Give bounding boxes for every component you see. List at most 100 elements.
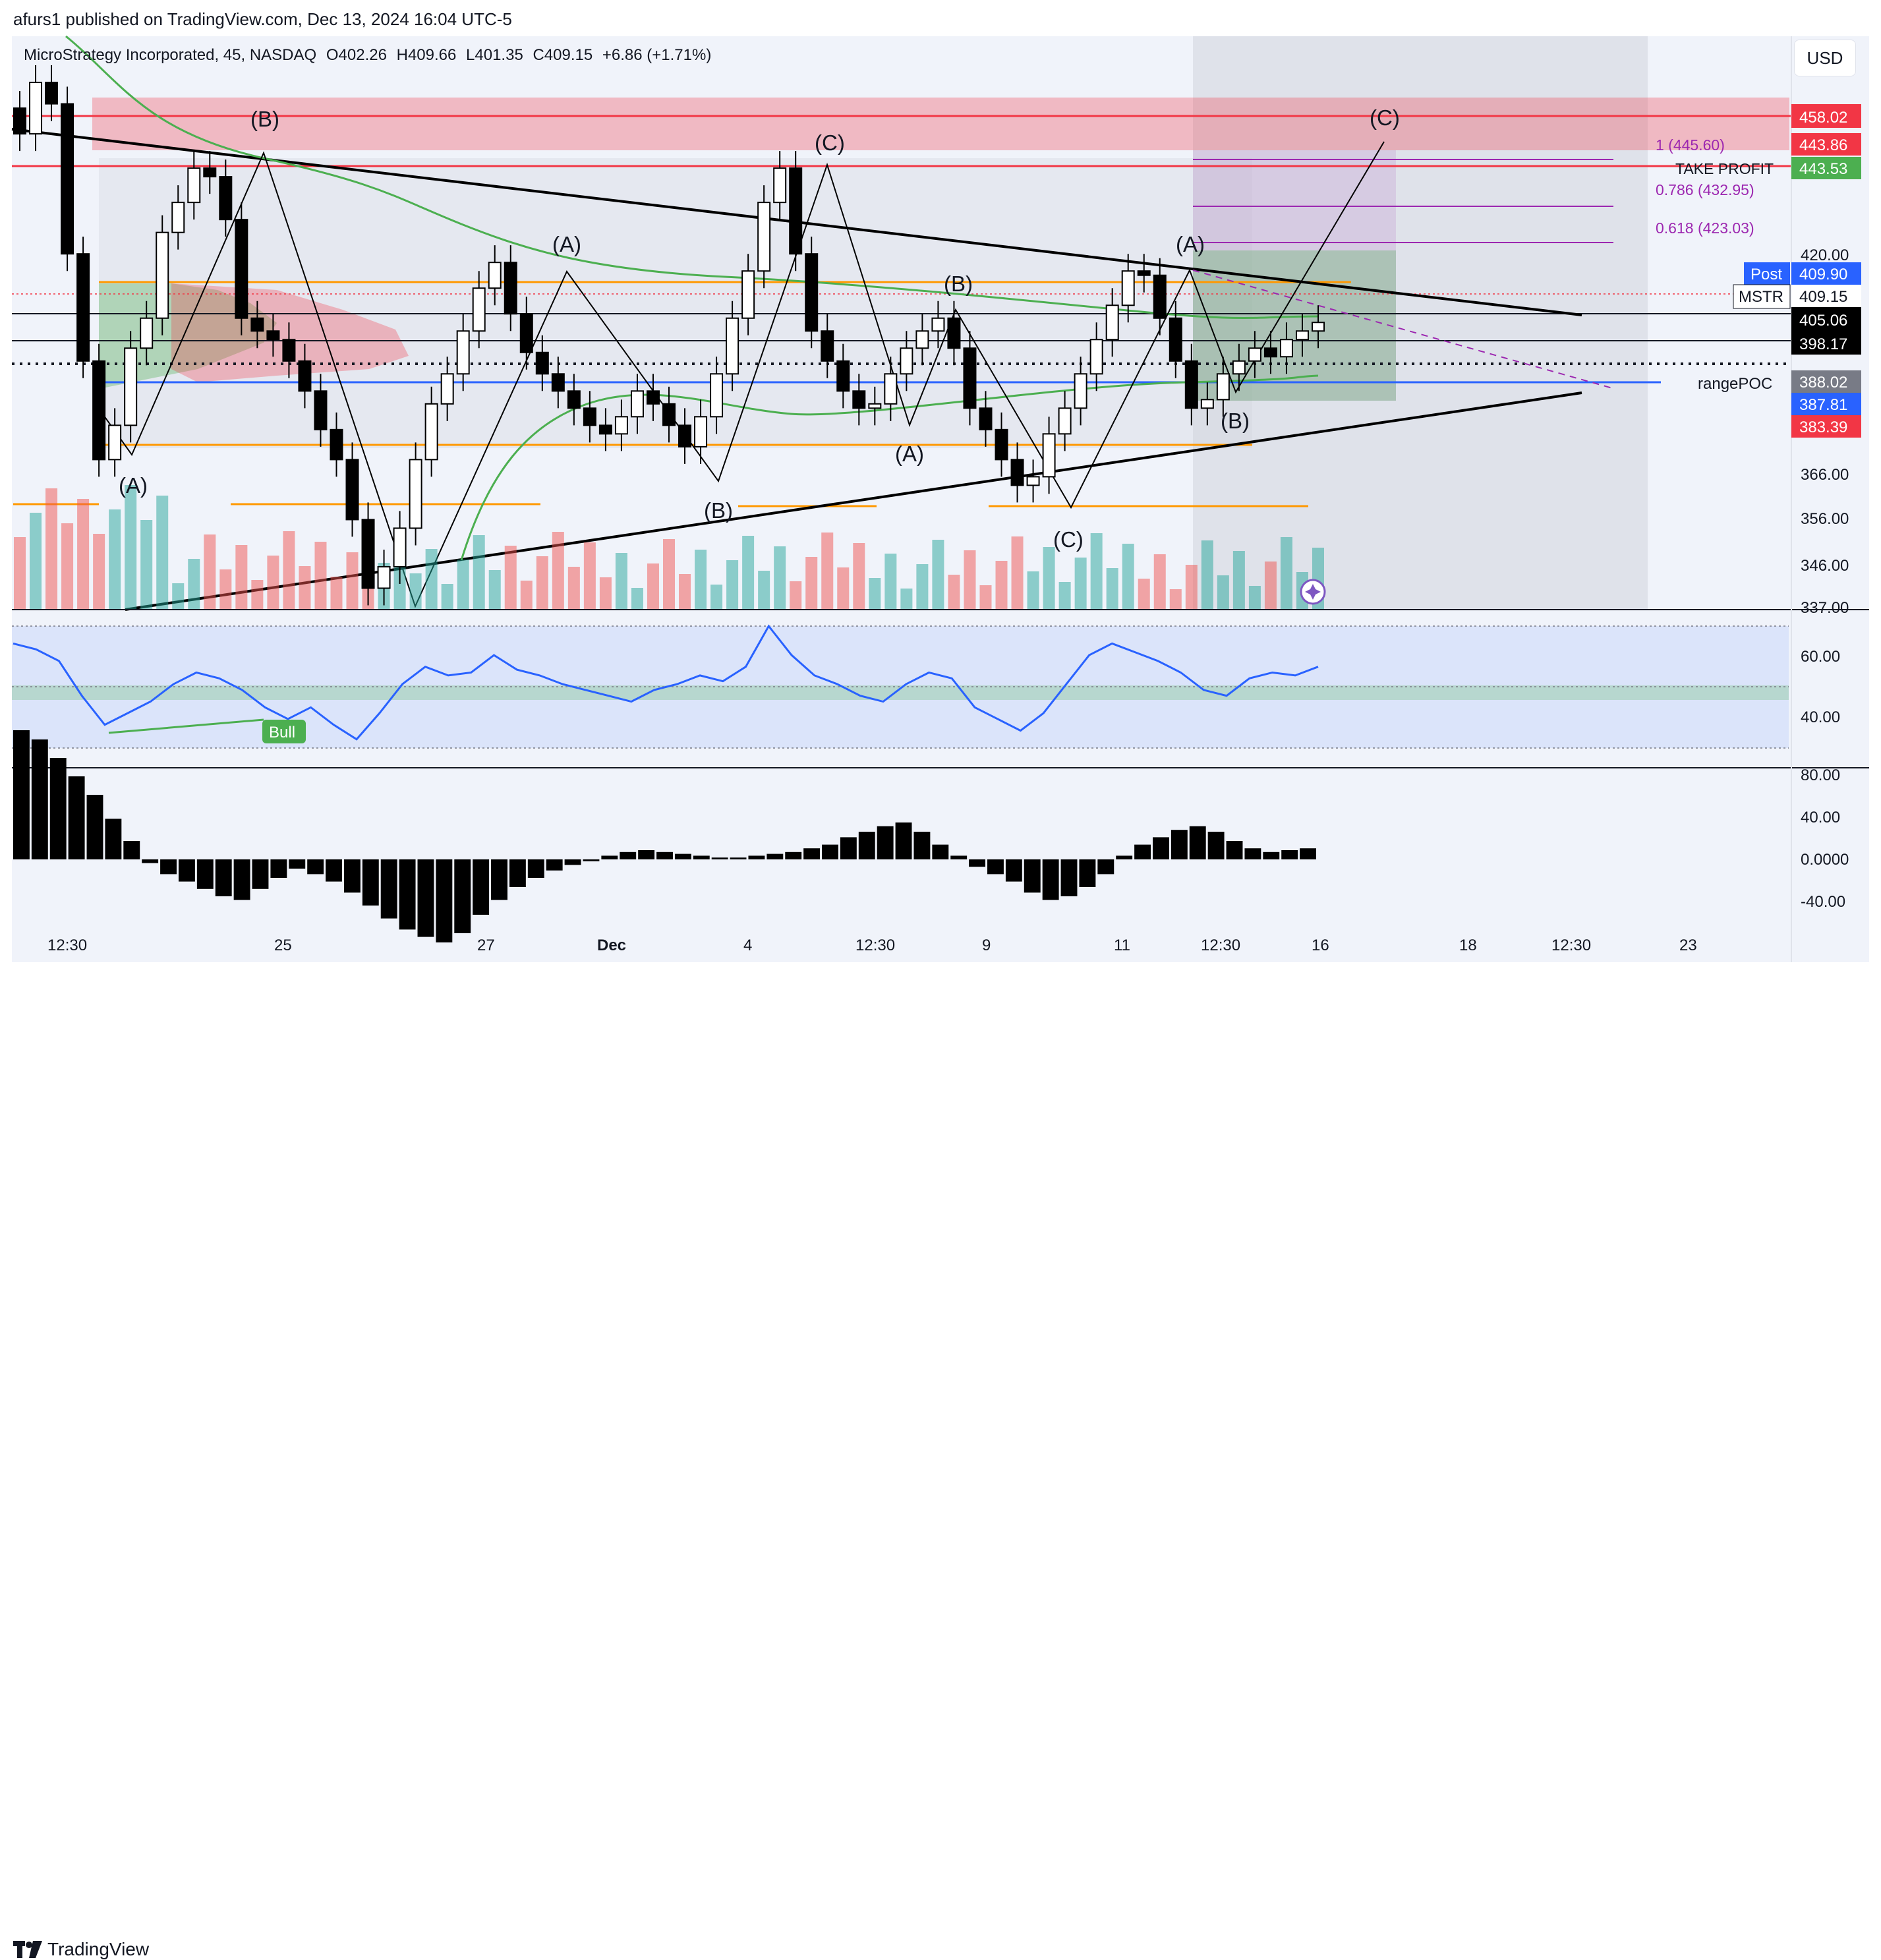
candle-body <box>203 167 217 178</box>
resistance-zone <box>92 98 1789 150</box>
time-tick: 11 <box>1114 937 1130 954</box>
chart-canvas[interactable]: 1 (445.60) 0.786 (432.95) 0.618 (423.03)… <box>0 0 1881 964</box>
time-tick: 4 <box>743 937 752 954</box>
histogram-bar <box>160 859 177 875</box>
volume-bar <box>1185 565 1198 610</box>
candle-body <box>630 390 644 418</box>
candle-body <box>821 330 834 362</box>
volume-bar <box>520 581 533 610</box>
volume-bar <box>156 496 169 610</box>
candle-body <box>1232 360 1246 375</box>
tradingview-brand: TradingView <box>47 1939 150 1959</box>
volume-bar <box>457 560 469 610</box>
candle-body <box>1216 373 1230 401</box>
time-tick: 25 <box>274 937 292 954</box>
volume-bar <box>567 567 580 610</box>
histogram-bar <box>803 848 821 859</box>
volume-bar <box>1011 536 1024 610</box>
histogram-bar <box>932 844 949 859</box>
candle-body <box>1074 373 1087 409</box>
volume-bar <box>821 533 834 610</box>
candle-body <box>868 403 882 409</box>
candle-body <box>266 330 280 341</box>
time-tick: 12:30 <box>1201 937 1240 954</box>
volume-bar <box>1138 579 1150 610</box>
histogram-bar <box>1024 859 1041 893</box>
price-tag-value: 409.15 <box>1799 288 1847 306</box>
candle-body <box>1279 339 1293 358</box>
candle-body <box>1105 304 1119 341</box>
volume-bar <box>536 556 548 610</box>
currency-button[interactable]: USD <box>1794 40 1856 76</box>
volume-bar <box>995 561 1008 610</box>
symbol-legend: MicroStrategy Incorporated, 45, NASDAQ O… <box>24 46 716 65</box>
volume-bar <box>774 546 786 610</box>
histogram-bar <box>13 730 30 859</box>
fib-label-1: 1 (445.60) <box>1656 136 1725 154</box>
time-tick: 23 <box>1679 937 1697 954</box>
volume-bar <box>583 542 596 610</box>
histogram-bar <box>858 832 875 859</box>
histogram-bar <box>307 859 324 875</box>
time-tick: 12:30 <box>47 937 87 954</box>
volume-bar <box>1264 562 1277 610</box>
time-tick: 27 <box>477 937 495 954</box>
rangepoc-label: rangePOC <box>1698 375 1772 393</box>
volume-bar <box>1074 558 1087 610</box>
tradingview-logo[interactable]: TradingView <box>13 1939 149 1960</box>
volume-bar <box>1043 547 1055 610</box>
histogram-bar <box>68 776 85 859</box>
candle-body <box>377 565 391 589</box>
volume-bar <box>1090 533 1103 610</box>
candle-body <box>440 373 454 405</box>
candle-body <box>361 519 375 589</box>
candle-body <box>45 82 59 105</box>
oscillator-histogram <box>13 730 1316 942</box>
histogram-bar <box>454 859 471 933</box>
volume-bar <box>679 574 691 610</box>
candle-body <box>535 351 549 375</box>
volume-bar <box>1153 554 1166 610</box>
volume-bar <box>1248 586 1261 610</box>
symbol-name: MicroStrategy Incorporated, 45, NASDAQ <box>24 46 317 64</box>
histogram-bar <box>895 822 912 859</box>
volume-bar <box>758 571 770 610</box>
histogram-bar <box>1244 848 1261 859</box>
volume-bar <box>599 577 612 610</box>
candle-body <box>995 428 1008 461</box>
candle-body <box>1058 407 1072 435</box>
histogram-tick: 80.00 <box>1801 766 1840 784</box>
candle-body <box>282 339 296 362</box>
price-tick: 337.00 <box>1801 599 1849 617</box>
candle-body <box>1010 459 1024 486</box>
candle-body <box>900 347 913 375</box>
candle-body <box>488 262 502 289</box>
volume-bar <box>30 513 42 610</box>
histogram-bar <box>767 853 784 859</box>
histogram-bar <box>105 819 122 859</box>
histogram-bar <box>491 859 507 900</box>
histogram-bar <box>1134 844 1151 859</box>
histogram-bar <box>620 851 637 859</box>
volume-bar <box>441 584 453 610</box>
time-axis: 12:30 25 27 Dec 4 12:30 9 11 12:30 16 18… <box>47 937 1697 954</box>
volume-bar <box>77 499 90 610</box>
candle-body <box>298 360 312 392</box>
volume-bar <box>647 563 659 610</box>
wave-label: (B) <box>944 272 973 296</box>
candle-body <box>345 459 359 521</box>
histogram-bar <box>785 851 802 859</box>
candle-body <box>963 347 977 409</box>
candle-body <box>836 360 850 392</box>
histogram-bar <box>31 739 48 859</box>
take-profit-label: TAKE PROFIT <box>1675 160 1774 177</box>
candle-body <box>678 424 692 447</box>
histogram-bar <box>1300 848 1316 859</box>
histogram-bar <box>674 853 691 859</box>
histogram-bar <box>233 859 250 900</box>
wave-label: (C) <box>1370 105 1400 130</box>
candle-body <box>124 347 138 426</box>
histogram-bar <box>1226 841 1243 859</box>
histogram-bar <box>546 859 563 871</box>
candle-body <box>61 103 74 255</box>
